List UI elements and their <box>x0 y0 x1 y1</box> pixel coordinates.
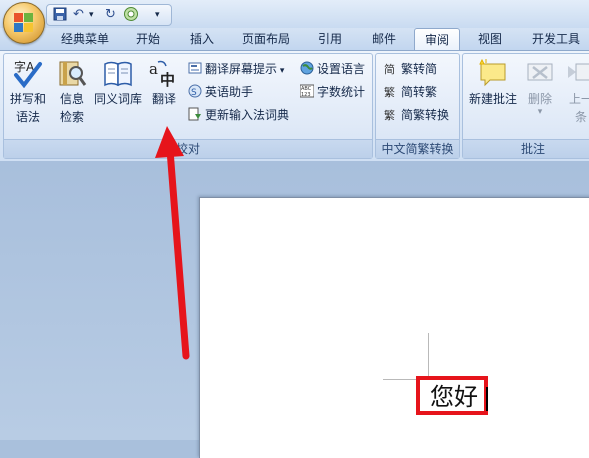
office-button[interactable] <box>3 2 45 44</box>
annotation-arrow <box>155 126 190 360</box>
office-logo-icon <box>14 13 34 33</box>
